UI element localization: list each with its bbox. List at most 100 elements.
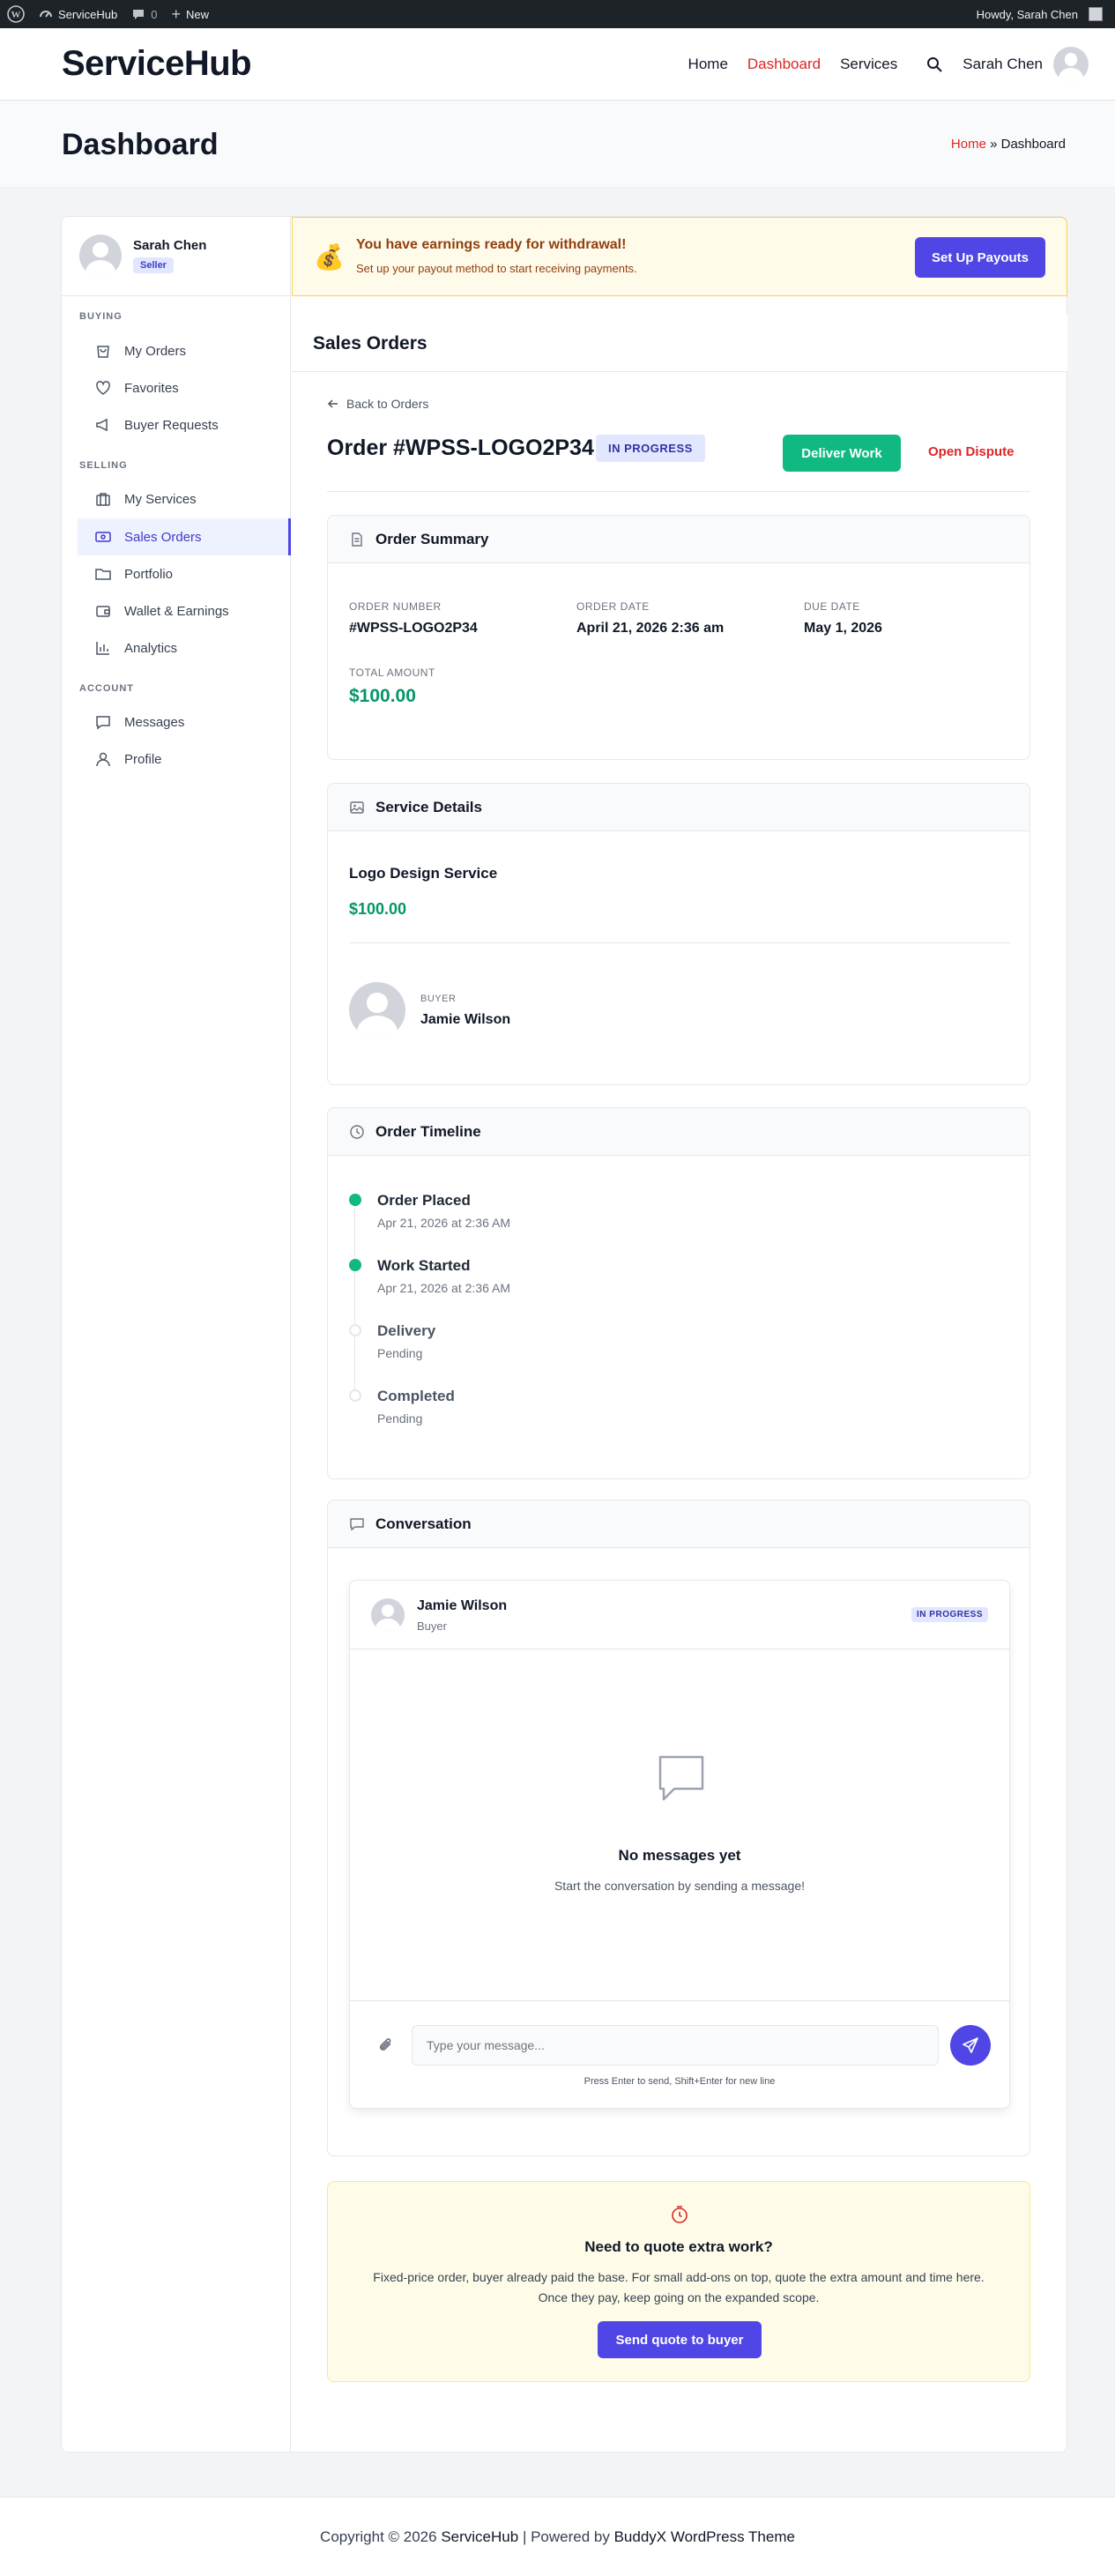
order-status-badge: IN PROGRESS xyxy=(596,435,705,462)
buyer-label: BUYER xyxy=(420,994,457,1004)
search-icon[interactable] xyxy=(925,56,943,73)
payout-alert: 💰 You have earnings ready for withdrawal… xyxy=(292,217,1067,296)
order-title: Order #WPSS-LOGO2P34 xyxy=(327,436,594,460)
service-name[interactable]: Logo Design Service xyxy=(349,865,497,882)
timeline-dot-pending xyxy=(349,1324,361,1336)
chat-icon xyxy=(350,1517,364,1530)
divider xyxy=(350,2000,1009,2001)
sidebar-item-label: Portfolio xyxy=(124,566,174,582)
folder-icon xyxy=(95,569,111,580)
comment-icon xyxy=(133,10,145,19)
footer-powered: | Powered by xyxy=(522,2528,610,2545)
timeline-step-date: Apr 21, 2026 at 2:36 AM xyxy=(377,1281,510,1295)
conversation-panel: Conversation Jamie Wilson Buyer IN PROGR… xyxy=(327,1500,1030,2156)
total-amount-value: $100.00 xyxy=(349,686,416,706)
open-dispute-button[interactable]: Open Dispute xyxy=(928,444,1015,459)
clock-icon xyxy=(672,2206,688,2223)
buyer-name: Jamie Wilson xyxy=(420,1012,511,1027)
admin-bar: W ServiceHub 0 + New Howdy, Sarah Chen xyxy=(0,0,1115,28)
site-header: ServiceHub Home Dashboard Services Sarah… xyxy=(0,28,1115,101)
dashboard-content: 💰 You have earnings ready for withdrawal… xyxy=(292,217,1067,2452)
image-icon xyxy=(350,800,364,814)
sidebar-item-label: Profile xyxy=(124,751,162,767)
sidebar-item-sales-orders[interactable]: Sales Orders xyxy=(78,518,291,555)
sidebar-item-buyer-requests[interactable]: Buyer Requests xyxy=(78,406,291,443)
quote-title: Need to quote extra work? xyxy=(584,2238,773,2255)
back-label: Back to Orders xyxy=(346,397,429,411)
deliver-work-button[interactable]: Deliver Work xyxy=(783,435,901,472)
user-avatar xyxy=(1053,47,1089,82)
alert-title: You have earnings ready for withdrawal! xyxy=(356,237,627,252)
admin-site-name: ServiceHub xyxy=(58,7,118,21)
arrow-left-icon xyxy=(327,399,338,408)
paperclip-icon[interactable] xyxy=(376,2036,396,2055)
admin-account-menu[interactable]: Howdy, Sarah Chen xyxy=(970,0,1115,28)
user-icon xyxy=(96,752,110,767)
site-logo[interactable]: ServiceHub xyxy=(62,44,252,84)
message-input[interactable] xyxy=(412,2025,939,2066)
footer-site-link[interactable]: ServiceHub xyxy=(441,2528,518,2546)
breadcrumb-home[interactable]: Home xyxy=(951,137,986,152)
nav-user-name: Sarah Chen xyxy=(963,56,1043,72)
comments-count: 0 xyxy=(151,7,158,21)
setup-payouts-button[interactable]: Set Up Payouts xyxy=(915,237,1045,278)
breadcrumb-separator: » xyxy=(990,137,998,152)
footer-copyright: Copyright © 2026 xyxy=(320,2528,437,2545)
sidebar-item-messages[interactable]: Messages xyxy=(78,704,291,741)
total-amount-label: TOTAL AMOUNT xyxy=(349,666,435,679)
order-number-label: ORDER NUMBER xyxy=(349,600,442,613)
user-menu[interactable]: Sarah Chen xyxy=(963,47,1089,82)
heart-icon xyxy=(96,381,110,395)
order-date-value: April 21, 2026 2:36 am xyxy=(576,621,725,636)
sidebar-item-my-services[interactable]: My Services xyxy=(78,480,291,517)
admin-avatar xyxy=(1089,7,1103,21)
sidebar-item-label: Wallet & Earnings xyxy=(124,603,229,619)
sidebar-item-wallet[interactable]: Wallet & Earnings xyxy=(78,592,291,629)
bar-chart-icon xyxy=(96,642,109,655)
panel-header: Order Summary xyxy=(328,516,1030,563)
wordpress-logo-icon[interactable]: W xyxy=(0,0,32,28)
panel-header: Conversation xyxy=(328,1500,1030,1548)
admin-site-link[interactable]: ServiceHub xyxy=(32,0,124,28)
divider xyxy=(327,491,1030,492)
empty-chat-icon xyxy=(658,1755,704,1801)
sidebar-avatar xyxy=(79,235,122,277)
role-badge: Seller xyxy=(133,257,174,273)
nav-home[interactable]: Home xyxy=(688,56,728,73)
sidebar-item-favorites[interactable]: Favorites xyxy=(78,369,291,406)
timeline-dot-done xyxy=(349,1259,361,1271)
ticket-icon xyxy=(95,532,111,542)
timeline-step-title: Order Placed xyxy=(377,1192,471,1209)
admin-new-link[interactable]: + New xyxy=(164,0,216,28)
admin-comments-link[interactable]: 0 xyxy=(124,0,164,28)
timeline-step-title: Work Started xyxy=(377,1257,471,1274)
admin-howdy: Howdy, Sarah Chen xyxy=(976,7,1078,21)
back-to-orders-link[interactable]: Back to Orders xyxy=(327,397,428,411)
sidebar-item-label: Analytics xyxy=(124,640,178,656)
quote-extra-work-box: Need to quote extra work? Fixed-price or… xyxy=(327,2181,1030,2382)
sidebar-item-label: My Orders xyxy=(124,343,187,359)
nav-dashboard[interactable]: Dashboard xyxy=(747,56,821,73)
sidebar-item-label: My Services xyxy=(124,491,197,507)
timeline-step-title: Completed xyxy=(377,1388,455,1404)
sidebar-item-label: Sales Orders xyxy=(124,529,202,545)
chat-user-name: Jamie Wilson xyxy=(417,1598,508,1613)
order-timeline-panel: Order Timeline Order Placed Apr 21, 2026… xyxy=(327,1107,1030,1479)
nav-services[interactable]: Services xyxy=(840,56,897,73)
sidebar-item-analytics[interactable]: Analytics xyxy=(78,629,291,666)
empty-text: Start the conversation by sending a mess… xyxy=(554,1879,806,1893)
admin-new-label: New xyxy=(185,7,209,21)
document-icon xyxy=(352,532,362,547)
site-footer: Copyright © 2026 ServiceHub | Powered by… xyxy=(0,2497,1115,2576)
chat-header: Jamie Wilson Buyer IN PROGRESS xyxy=(350,1581,1009,1649)
sidebar-item-portfolio[interactable]: Portfolio xyxy=(78,555,291,592)
send-quote-button[interactable]: Send quote to buyer xyxy=(598,2321,762,2358)
panel-title: Order Summary xyxy=(375,530,489,547)
chat-box: Jamie Wilson Buyer IN PROGRESS No messag… xyxy=(349,1580,1010,2109)
sidebar-item-profile[interactable]: Profile xyxy=(78,741,291,778)
sidebar-item-my-orders[interactable]: My Orders xyxy=(78,332,291,369)
send-button[interactable] xyxy=(950,2025,991,2066)
order-summary-panel: Order Summary ORDER NUMBER #WPSS-LOGO2P3… xyxy=(327,515,1030,760)
footer-theme-link[interactable]: BuddyX WordPress Theme xyxy=(614,2528,795,2546)
timeline-dot-pending xyxy=(349,1389,361,1402)
